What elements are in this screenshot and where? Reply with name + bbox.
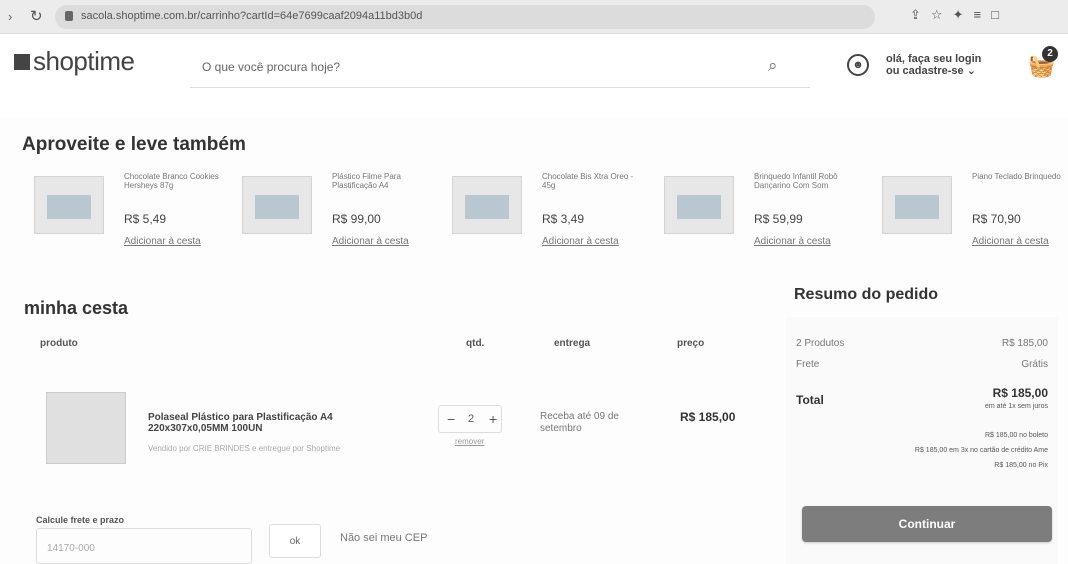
unknown-cep-link[interactable]: Não sei meu CEP	[340, 532, 427, 544]
price-column-header: preço	[677, 338, 705, 349]
quantity-value: 2	[468, 413, 475, 425]
credit-card-price: R$ 185,00 em 3x no cartão de crédito Ame	[914, 447, 1048, 454]
total-label: Total	[796, 393, 824, 407]
product-name[interactable]: Piano Teclado Brinquedo	[972, 172, 1068, 181]
user-icon[interactable]: ☻	[847, 54, 869, 76]
search-icon[interactable]: ⌕	[768, 56, 778, 76]
pix-price: R$ 185,00 no Pix	[994, 462, 1048, 469]
total-value: R$ 185,00	[992, 386, 1048, 400]
add-to-basket-link[interactable]: Adicionar à cesta	[972, 236, 1049, 247]
recommendation-item: Chocolate Branco Cookies Hersheys 87g R$…	[34, 168, 224, 258]
product-image[interactable]	[882, 176, 952, 234]
logo-text: shoptime	[33, 46, 135, 76]
product-price: R$ 3,49	[542, 212, 585, 226]
quantity-column-header: qtd.	[466, 338, 485, 349]
product-price: R$ 99,00	[332, 212, 381, 226]
recommendation-item: Piano Teclado Brinquedo R$ 70,90 Adicion…	[882, 168, 1068, 258]
add-to-basket-link[interactable]: Adicionar à cesta	[332, 236, 409, 247]
product-name[interactable]: Plástico Filme Para Plastificação A4	[332, 172, 432, 190]
cart-product-name[interactable]: Polaseal Plástico para Plastificação A4 …	[148, 412, 398, 434]
add-to-basket-link[interactable]: Adicionar à cesta	[124, 236, 201, 247]
window-icon[interactable]: □	[991, 7, 1009, 22]
menu-icon[interactable]: ≡	[973, 7, 991, 22]
cart-title: minha cesta	[24, 298, 129, 318]
back-icon[interactable]: ›	[8, 9, 12, 24]
product-name[interactable]: Chocolate Bis Xtra Oreo - 45g	[542, 172, 642, 190]
share-icon[interactable]: ⇪	[910, 7, 931, 22]
cep-input[interactable]: 14170-000	[36, 528, 252, 564]
recommendation-item: Chocolate Bis Xtra Oreo - 45g R$ 3,49 Ad…	[452, 168, 642, 258]
freight-summary-row: Frete Grátis	[796, 359, 1048, 370]
recommendation-item: Brinquedo Infantil Robô Dançarino Com So…	[664, 168, 854, 258]
quantity-stepper: − 2 +	[438, 405, 502, 433]
product-column-header: produto	[40, 338, 78, 349]
product-image[interactable]	[664, 176, 734, 234]
address-bar[interactable]: sacola.shoptime.com.br/carrinho?cartId=6…	[55, 5, 875, 29]
ok-button[interactable]: ok	[269, 524, 321, 558]
reload-icon[interactable]: ↻	[30, 7, 43, 25]
products-summary-row: 2 Produtos R$ 185,00	[796, 338, 1048, 349]
boleto-price: R$ 185,00 no boleto	[984, 432, 1048, 439]
increase-icon[interactable]: +	[489, 411, 497, 427]
search-placeholder: O que você procura hoje?	[202, 60, 341, 74]
recommendation-item: Plástico Filme Para Plastificação A4 R$ …	[242, 168, 432, 258]
product-price: R$ 5,49	[124, 212, 167, 226]
installment-note: em até 1x sem juros	[984, 403, 1048, 410]
product-name[interactable]: Brinquedo Infantil Robô Dançarino Com So…	[754, 172, 854, 190]
product-image[interactable]	[34, 176, 104, 234]
product-price: R$ 70,90	[972, 212, 1021, 226]
pin-icon[interactable]: ✦	[953, 7, 974, 22]
lock-icon	[65, 11, 73, 21]
decrease-icon[interactable]: −	[447, 411, 455, 427]
continue-button[interactable]: Continuar	[802, 506, 1052, 542]
shoptime-logo[interactable]: shoptime	[14, 46, 135, 77]
star-icon[interactable]: ☆	[931, 7, 953, 22]
order-summary-title: Resumo do pedido	[794, 286, 938, 303]
delivery-column-header: entrega	[554, 338, 591, 349]
product-image[interactable]	[452, 176, 522, 234]
url-text: sacola.shoptime.com.br/carrinho?cartId=6…	[81, 10, 423, 22]
register-text: ou cadastre-se ⌄	[886, 65, 976, 77]
line-price: R$ 185,00	[680, 410, 736, 424]
product-price: R$ 59,99	[754, 212, 803, 226]
add-to-basket-link[interactable]: Adicionar à cesta	[542, 236, 619, 247]
cart-count-badge: 2	[1042, 46, 1058, 62]
product-image[interactable]	[242, 176, 312, 234]
search-bar[interactable]: O que você procura hoje? ⌕	[190, 46, 810, 88]
remove-link[interactable]: remover	[455, 437, 484, 446]
recommendations-title: Aproveite e leve também	[22, 134, 246, 155]
logo-icon	[14, 54, 30, 70]
login-text: olá, faça seu login	[886, 53, 982, 65]
add-to-basket-link[interactable]: Adicionar à cesta	[754, 236, 831, 247]
cart-product-image[interactable]	[46, 392, 126, 464]
browser-toolbar: › ↻ sacola.shoptime.com.br/carrinho?cart…	[0, 0, 1068, 34]
login-link[interactable]: olá, faça seu login ou cadastre-se ⌄	[886, 53, 981, 77]
delivery-estimate: Receba até 09 de setembro	[540, 411, 619, 434]
product-name[interactable]: Chocolate Branco Cookies Hersheys 87g	[124, 172, 224, 190]
shipping-label: Calcule frete e prazo	[36, 515, 125, 525]
browser-actions: ⇪☆✦≡□	[910, 7, 1009, 23]
seller-info: Vendido por CRIE BRINDES e entregue por …	[148, 444, 341, 453]
